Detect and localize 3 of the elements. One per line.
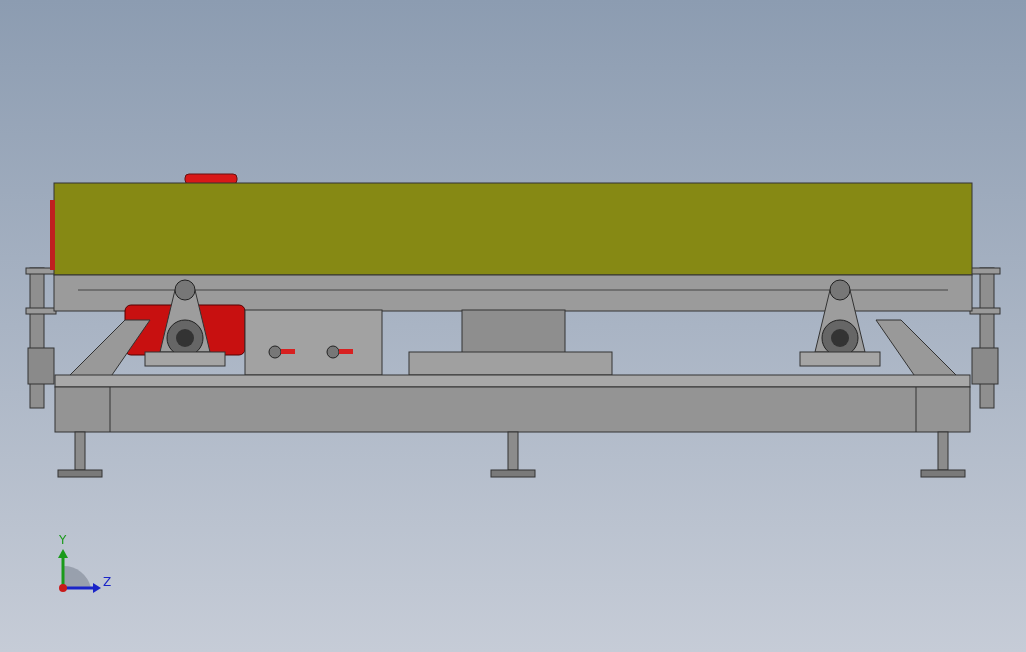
y-axis-label: Y xyxy=(59,533,67,547)
axis-triad-icon xyxy=(58,549,101,593)
z-axis-label: Z xyxy=(103,575,112,589)
